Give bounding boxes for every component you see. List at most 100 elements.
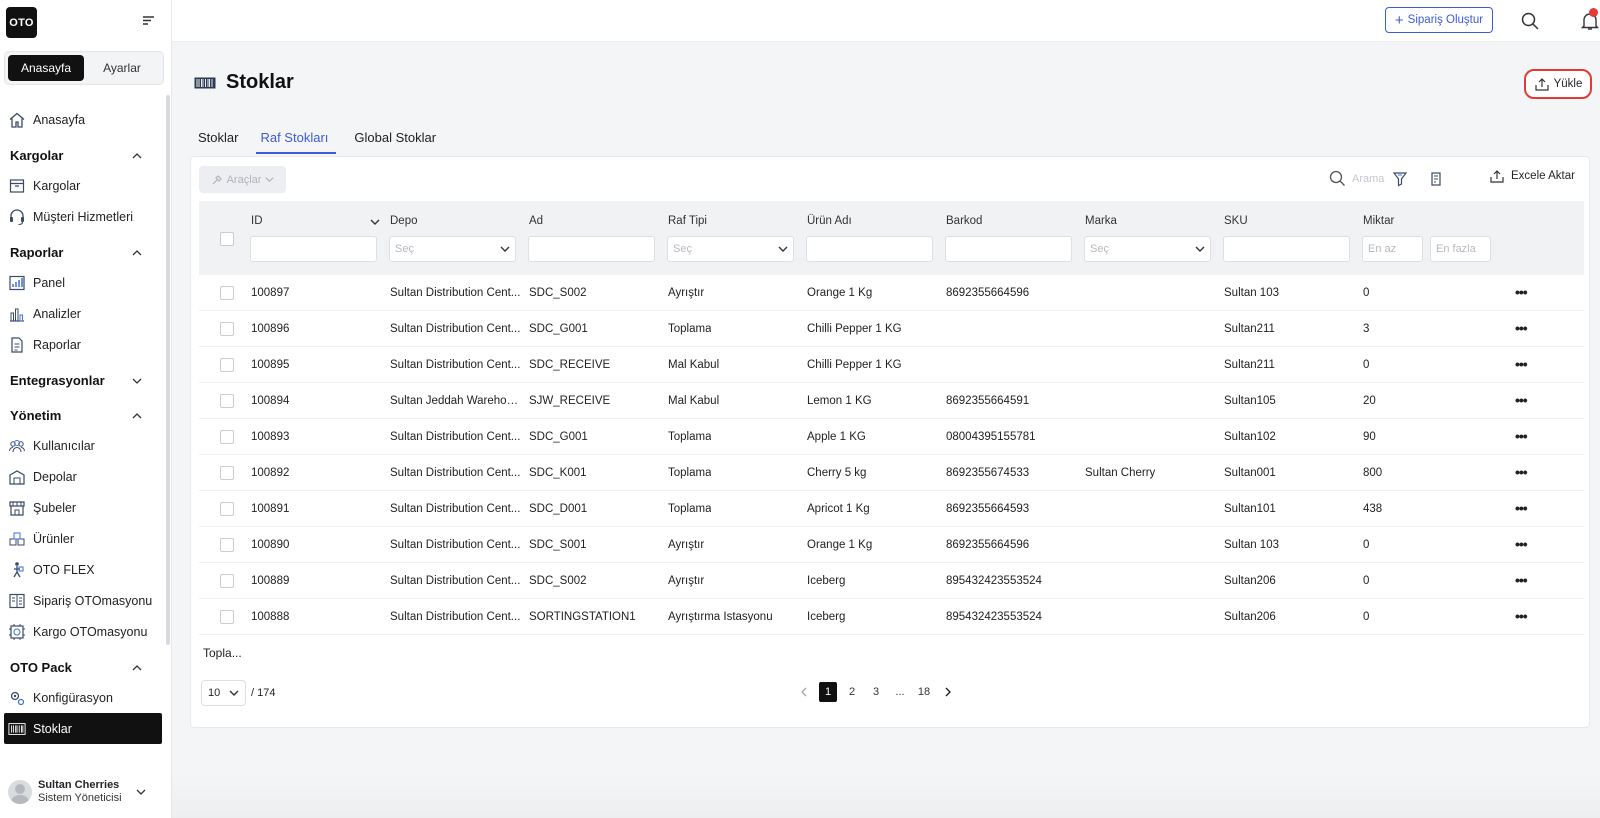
sidebar-item-konfigurasyon[interactable]: Konfigürasyon (0, 682, 164, 713)
table-row[interactable]: 100890 Sultan Distribution Cent... SDC_S00… (199, 527, 1584, 563)
sidebar-item-analizler[interactable]: Analizler (0, 298, 164, 329)
tab-stoklar[interactable]: Stoklar (196, 122, 240, 154)
section-raporlar[interactable]: Raporlar (0, 232, 164, 267)
sidebar-item-kargolar[interactable]: Kargolar (0, 170, 164, 201)
tab-global-stoklar[interactable]: Global Stoklar (352, 122, 438, 154)
sidebar-item-urunler[interactable]: Ürünler (0, 523, 164, 554)
user-profile[interactable]: Sultan Cherries Sistem Yöneticisi (0, 772, 168, 812)
app-logo[interactable]: OTO (6, 7, 37, 38)
column-header-depo[interactable]: Depo (390, 215, 418, 227)
segment-anasayfa[interactable]: Anasayfa (8, 55, 84, 81)
column-header-miktar[interactable]: Miktar (1363, 215, 1394, 227)
row-checkbox[interactable] (220, 286, 234, 300)
row-actions-icon[interactable]: ••• (1515, 572, 1528, 588)
sidebar-item-raporlar[interactable]: Raporlar (0, 329, 164, 360)
sidebar-item-panel[interactable]: Panel (0, 267, 164, 298)
row-checkbox[interactable] (220, 322, 234, 336)
table-row[interactable]: 100894 Sultan Jeddah Warehou... SJW_RECEIV… (199, 383, 1584, 419)
table-row[interactable]: 100891 Sultan Distribution Cent... SDC_D00… (199, 491, 1584, 527)
filter-barkod-input[interactable] (945, 236, 1072, 262)
row-actions-icon[interactable]: ••• (1515, 428, 1528, 444)
table-row[interactable]: 100895 Sultan Distribution Cent... SDC_REC… (199, 347, 1584, 383)
total-label: Topla... (203, 646, 242, 660)
row-actions-icon[interactable]: ••• (1515, 536, 1528, 552)
page-button[interactable]: 1 (819, 682, 837, 702)
filter-depo-select[interactable]: Seç (389, 236, 516, 262)
row-checkbox[interactable] (220, 394, 234, 408)
document-icon (8, 336, 26, 354)
sidebar-item-oto-flex[interactable]: OTO FLEX (0, 554, 164, 585)
section-oto-pack[interactable]: OTO Pack (0, 647, 164, 682)
column-header-urun-adi[interactable]: Ürün Adı (807, 215, 852, 227)
columns-settings-icon[interactable] (1428, 171, 1444, 187)
row-actions-icon[interactable]: ••• (1515, 284, 1528, 300)
section-kargolar[interactable]: Kargolar (0, 135, 164, 170)
table-row[interactable]: 100893 Sultan Distribution Cent... SDC_G00… (199, 419, 1584, 455)
filter-miktar-min[interactable]: En az (1362, 236, 1423, 262)
sidebar-item-musteri-hizmetleri[interactable]: Müşteri Hizmetleri (0, 201, 164, 232)
row-actions-icon[interactable]: ••• (1515, 320, 1528, 336)
sidebar-item-label: Kullanıcılar (33, 438, 95, 453)
table-row[interactable]: 100892 Sultan Distribution Cent... SDC_K00… (199, 455, 1584, 491)
next-page-button[interactable] (939, 682, 957, 702)
tab-raf-stoklari[interactable]: Raf Stokları (256, 122, 337, 154)
segment-ayarlar[interactable]: Ayarlar (84, 55, 160, 81)
row-checkbox[interactable] (220, 574, 234, 588)
sidebar-item-depolar[interactable]: Depolar (0, 461, 164, 492)
column-header-barkod[interactable]: Barkod (946, 215, 982, 227)
table-row[interactable]: 100896 Sultan Distribution Cent... SDC_G00… (199, 311, 1584, 347)
filter-placeholder: Seç (395, 243, 414, 255)
cell-urun-adi: Apple 1 KG (807, 431, 866, 443)
filter-ad-input[interactable] (528, 236, 655, 262)
filter-icon[interactable] (1392, 171, 1408, 187)
row-checkbox[interactable] (220, 466, 234, 480)
section-yonetim[interactable]: Yönetim (0, 395, 164, 430)
filter-urun-adi-input[interactable] (806, 236, 933, 262)
row-actions-icon[interactable]: ••• (1515, 464, 1528, 480)
page-button[interactable]: 3 (867, 682, 885, 702)
sidebar-item-subeler[interactable]: Şubeler (0, 492, 164, 523)
sidebar-item-kullanicilar[interactable]: Kullanıcılar (0, 430, 164, 461)
row-actions-icon[interactable]: ••• (1515, 500, 1528, 516)
page-button[interactable]: 18 (915, 682, 933, 702)
column-header-marka[interactable]: Marka (1085, 215, 1117, 227)
table-row[interactable]: 100889 Sultan Distribution Cent... SDC_S00… (199, 563, 1584, 599)
prev-page-button[interactable] (795, 682, 813, 702)
row-actions-icon[interactable]: ••• (1515, 392, 1528, 408)
cell-miktar: 0 (1363, 287, 1370, 299)
sidebar-item-stoklar[interactable]: Stoklar (4, 713, 162, 744)
column-header-raf-tipi[interactable]: Raf Tipi (668, 215, 707, 227)
table-row[interactable]: 100888 Sultan Distribution Cent... SORTING… (199, 599, 1584, 635)
row-checkbox[interactable] (220, 502, 234, 516)
filter-miktar-max[interactable]: En fazla (1430, 236, 1491, 262)
filter-sku-input[interactable] (1223, 236, 1350, 262)
upload-button[interactable]: Yükle (1524, 69, 1592, 99)
table-row[interactable]: 100897 Sultan Distribution Cent... SDC_S00… (199, 275, 1584, 311)
column-header-ad[interactable]: Ad (529, 215, 543, 227)
page-size-select[interactable]: 10 (201, 680, 246, 706)
row-actions-icon[interactable]: ••• (1515, 356, 1528, 372)
sidebar-item-anasayfa[interactable]: Anasayfa (0, 104, 164, 135)
column-header-id[interactable]: ID (251, 215, 263, 227)
filter-raf-tipi-select[interactable]: Seç (667, 236, 794, 262)
sidebar-item-kargo-otomasyonu[interactable]: Kargo OTOmasyonu (0, 616, 164, 647)
tools-dropdown[interactable]: Araçlar (199, 166, 286, 193)
sidebar-item-siparis-otomasyonu[interactable]: Sipariş OTOmasyonu (0, 585, 164, 616)
row-actions-icon[interactable]: ••• (1515, 608, 1528, 624)
section-entegrasyonlar[interactable]: Entegrasyonlar (0, 360, 164, 395)
page-button[interactable]: 2 (843, 682, 861, 702)
sort-chevron-icon[interactable] (370, 217, 380, 227)
export-excel-button[interactable]: Excele Aktar (1489, 169, 1575, 183)
column-header-sku[interactable]: SKU (1224, 215, 1248, 227)
menu-collapse-icon[interactable] (142, 14, 156, 28)
sidebar-scrollbar[interactable] (166, 95, 170, 645)
row-checkbox[interactable] (220, 610, 234, 624)
row-checkbox[interactable] (220, 358, 234, 372)
filter-marka-select[interactable]: Seç (1084, 236, 1211, 262)
row-checkbox[interactable] (220, 430, 234, 444)
filter-id-input[interactable] (250, 236, 377, 262)
search-icon[interactable] (1520, 11, 1540, 31)
row-checkbox[interactable] (220, 538, 234, 552)
create-order-button[interactable]: + Sipariş Oluştur (1385, 7, 1493, 33)
select-all-checkbox[interactable] (220, 232, 234, 246)
